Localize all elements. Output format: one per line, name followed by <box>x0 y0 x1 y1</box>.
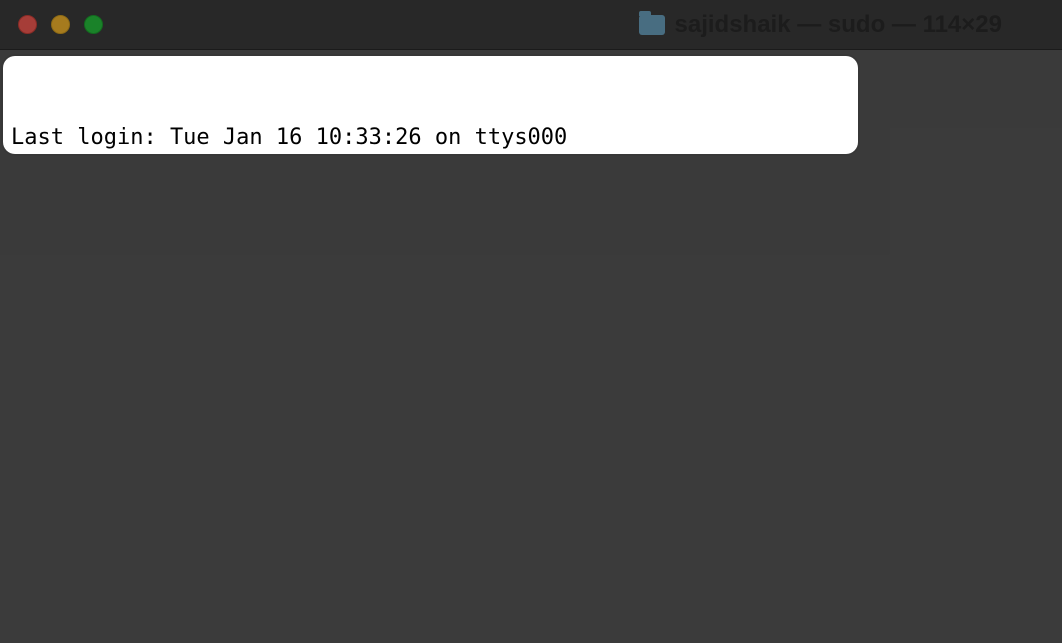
window-title: sajidshaik — sudo — 114×29 <box>675 11 1003 39</box>
minimize-button[interactable] <box>51 15 70 34</box>
terminal-highlight[interactable]: Last login: Tue Jan 16 10:33:26 on ttys0… <box>3 56 858 154</box>
window-title-group: sajidshaik — sudo — 114×29 <box>639 11 1003 39</box>
traffic-lights <box>18 15 103 34</box>
close-button[interactable] <box>18 15 37 34</box>
window-titlebar: sajidshaik — sudo — 114×29 <box>0 0 1062 50</box>
maximize-button[interactable] <box>84 15 103 34</box>
last-login-line: Last login: Tue Jan 16 10:33:26 on ttys0… <box>11 123 850 153</box>
folder-icon <box>639 15 665 35</box>
